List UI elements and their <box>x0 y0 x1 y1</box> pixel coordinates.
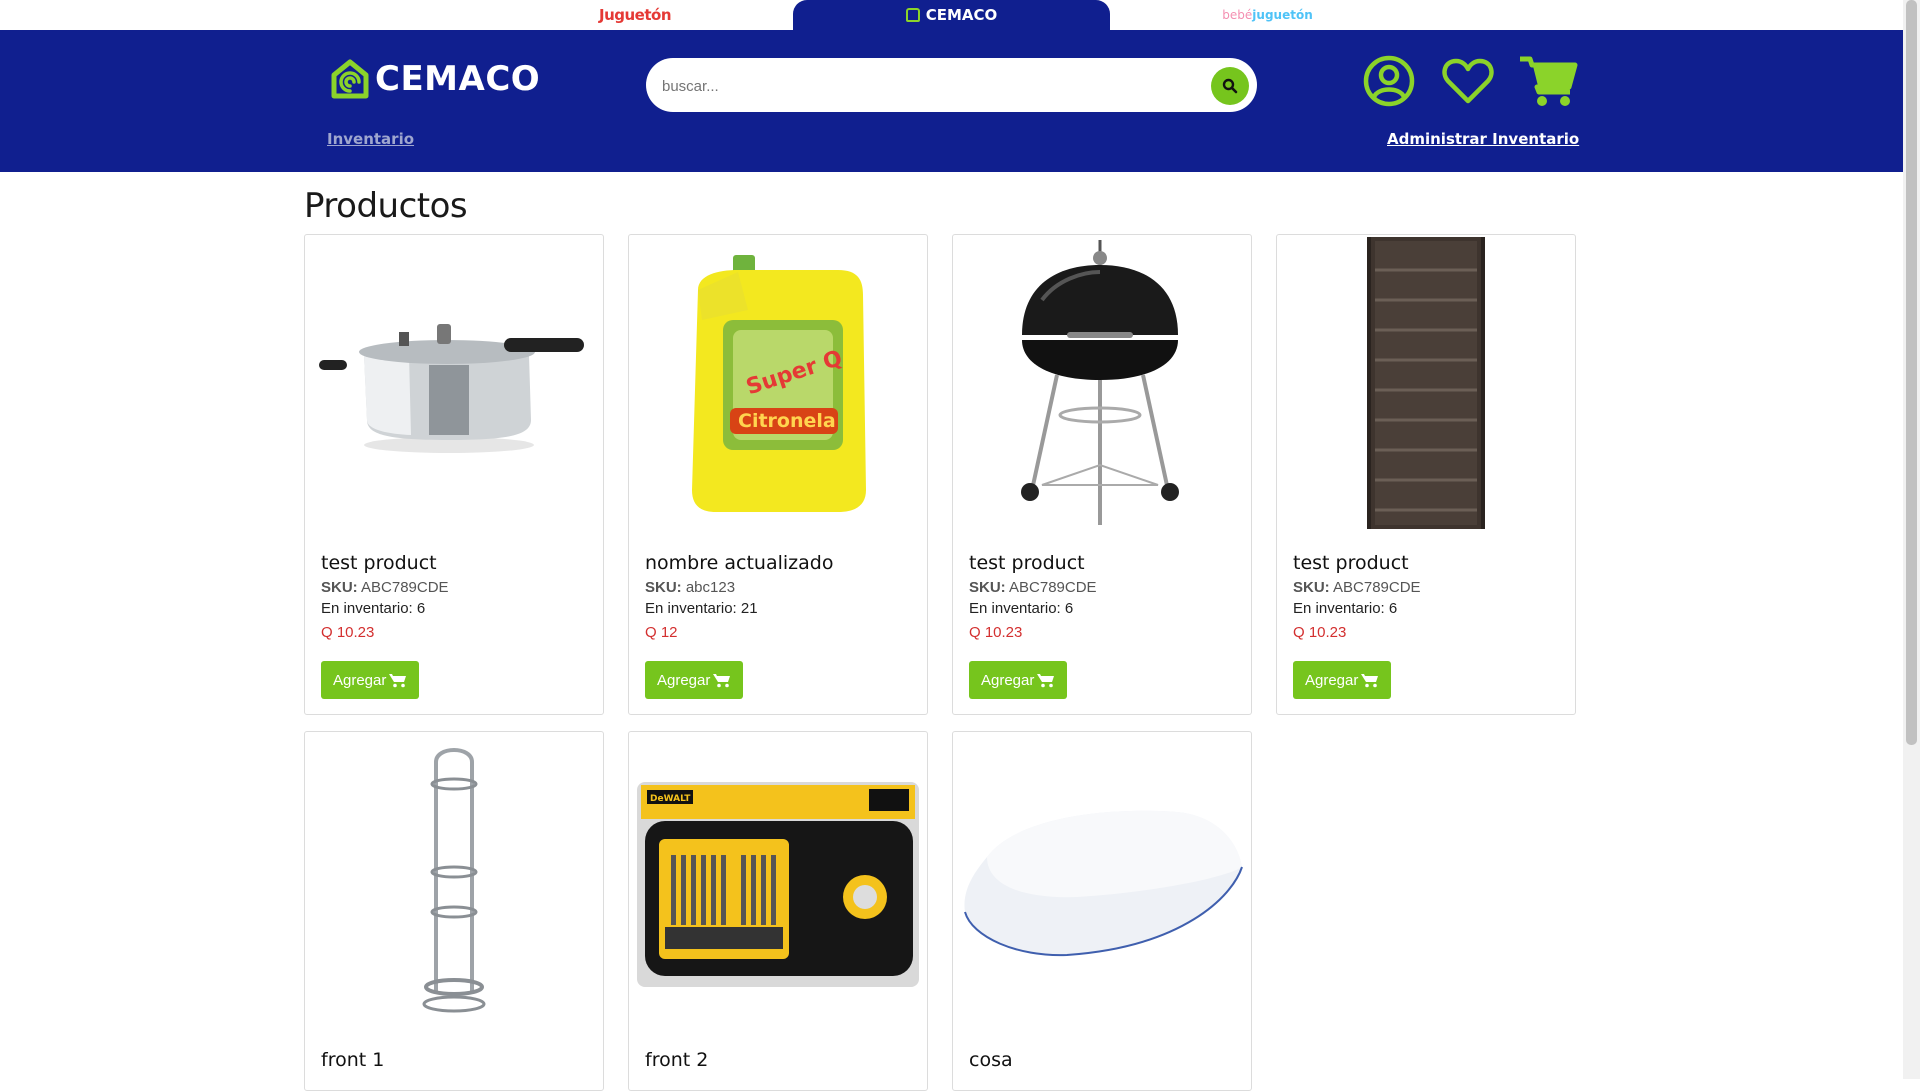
cart-icon <box>713 673 731 687</box>
product-card[interactable]: test product SKU: ABC789CDE En inventari… <box>952 234 1252 715</box>
product-price: Q 10.23 <box>969 624 1023 641</box>
product-stock: En inventario: 6 <box>321 600 426 617</box>
brand-tab-bebe-suffix: juguetón <box>1252 8 1313 22</box>
brand-tab-cemaco[interactable]: CEMACO <box>793 0 1110 30</box>
product-image-dewalt-bit-set: DeWALT <box>629 732 927 1032</box>
add-to-cart-button[interactable]: Agregar <box>645 661 744 699</box>
sku-value: ABC789CDE <box>361 579 449 596</box>
cemaco-mini-logo-icon <box>905 8 920 22</box>
product-name: test product <box>321 552 437 574</box>
user-icon[interactable] <box>1362 54 1416 108</box>
product-sku: SKU: ABC789CDE <box>969 579 1097 596</box>
add-button-label: Agregar <box>333 671 387 689</box>
product-name: test product <box>1293 552 1409 574</box>
sku-value: ABC789CDE <box>1333 579 1421 596</box>
nav-link-administrar-inventario[interactable]: Administrar Inventario <box>1387 130 1579 148</box>
add-to-cart-button[interactable]: Agregar <box>1293 661 1392 699</box>
product-card[interactable]: test product SKU: ABC789CDE En inventari… <box>1276 234 1576 715</box>
add-to-cart-button[interactable]: Agregar <box>969 661 1068 699</box>
cart-icon <box>389 673 407 687</box>
page-scrollbar[interactable] <box>1903 0 1920 1079</box>
scrollbar-thumb[interactable] <box>1906 0 1917 745</box>
search-input[interactable] <box>660 58 1204 114</box>
sku-label: SKU: <box>321 579 358 596</box>
product-stock: En inventario: 6 <box>1293 600 1398 617</box>
svg-text:Citronela: Citronela <box>738 410 836 432</box>
cart-icon <box>1037 673 1055 687</box>
page-title: Productos <box>304 186 468 226</box>
product-card[interactable]: cosa <box>952 731 1252 1091</box>
product-image-kettle-grill <box>953 235 1251 535</box>
product-card[interactable]: test product SKU: ABC789CDE En inventari… <box>304 234 604 715</box>
product-card[interactable]: DeWALT front 2 <box>628 731 928 1091</box>
cemaco-house-logo-icon <box>331 59 369 99</box>
sku-label: SKU: <box>1293 579 1330 596</box>
product-image-shoe-rack <box>1277 235 1575 535</box>
product-price: Q 10.23 <box>1293 624 1347 641</box>
brand-strip: Juguetón CEMACO bebé juguetón <box>0 0 1903 30</box>
product-image-towel-stand <box>305 732 603 1032</box>
cart-icon <box>1361 673 1379 687</box>
product-image-pressure-cooker <box>305 235 603 535</box>
logo-text: CEMACO <box>375 59 541 99</box>
sku-value: ABC789CDE <box>1009 579 1097 596</box>
cart-icon[interactable] <box>1518 54 1578 108</box>
svg-text:DeWALT: DeWALT <box>650 794 691 804</box>
search-icon <box>1222 78 1238 94</box>
brand-tab-cemaco-label: CEMACO <box>925 6 998 24</box>
sku-label: SKU: <box>969 579 1006 596</box>
product-card[interactable]: Super Q Citronela nombre actualizado SKU… <box>628 234 928 715</box>
brand-tab-jugueton[interactable]: Juguetón <box>599 0 672 30</box>
search-bar <box>646 58 1257 114</box>
product-card[interactable]: front 1 <box>304 731 604 1091</box>
site-header: CEMACO Inventario Administrar Inventario <box>0 30 1903 172</box>
product-sku: SKU: ABC789CDE <box>1293 579 1421 596</box>
search-button[interactable] <box>1211 67 1249 105</box>
product-price: Q 12 <box>645 624 678 641</box>
product-price: Q 10.23 <box>321 624 375 641</box>
product-name: front 2 <box>645 1049 709 1071</box>
sku-value: abc123 <box>685 579 736 596</box>
product-name: cosa <box>969 1049 1013 1071</box>
nav-link-inventario[interactable]: Inventario <box>327 130 414 148</box>
product-image-pillow <box>953 732 1251 1032</box>
product-name: nombre actualizado <box>645 552 834 574</box>
add-to-cart-button[interactable]: Agregar <box>321 661 420 699</box>
product-stock: En inventario: 21 <box>645 600 758 617</box>
product-name: front 1 <box>321 1049 385 1071</box>
add-button-label: Agregar <box>657 671 711 689</box>
product-image-citronella-jug: Super Q Citronela <box>629 235 927 535</box>
brand-tab-bebe-prefix: bebé <box>1222 8 1253 22</box>
add-button-label: Agregar <box>981 671 1035 689</box>
product-sku: SKU: abc123 <box>645 579 735 596</box>
add-button-label: Agregar <box>1305 671 1359 689</box>
product-sku: SKU: ABC789CDE <box>321 579 449 596</box>
product-stock: En inventario: 6 <box>969 600 1074 617</box>
heart-icon[interactable] <box>1441 54 1495 108</box>
cemaco-logo[interactable]: CEMACO <box>331 56 540 102</box>
product-name: test product <box>969 552 1085 574</box>
brand-tab-bebe-jugueton[interactable]: bebé juguetón <box>1222 0 1313 30</box>
sku-label: SKU: <box>645 579 682 596</box>
